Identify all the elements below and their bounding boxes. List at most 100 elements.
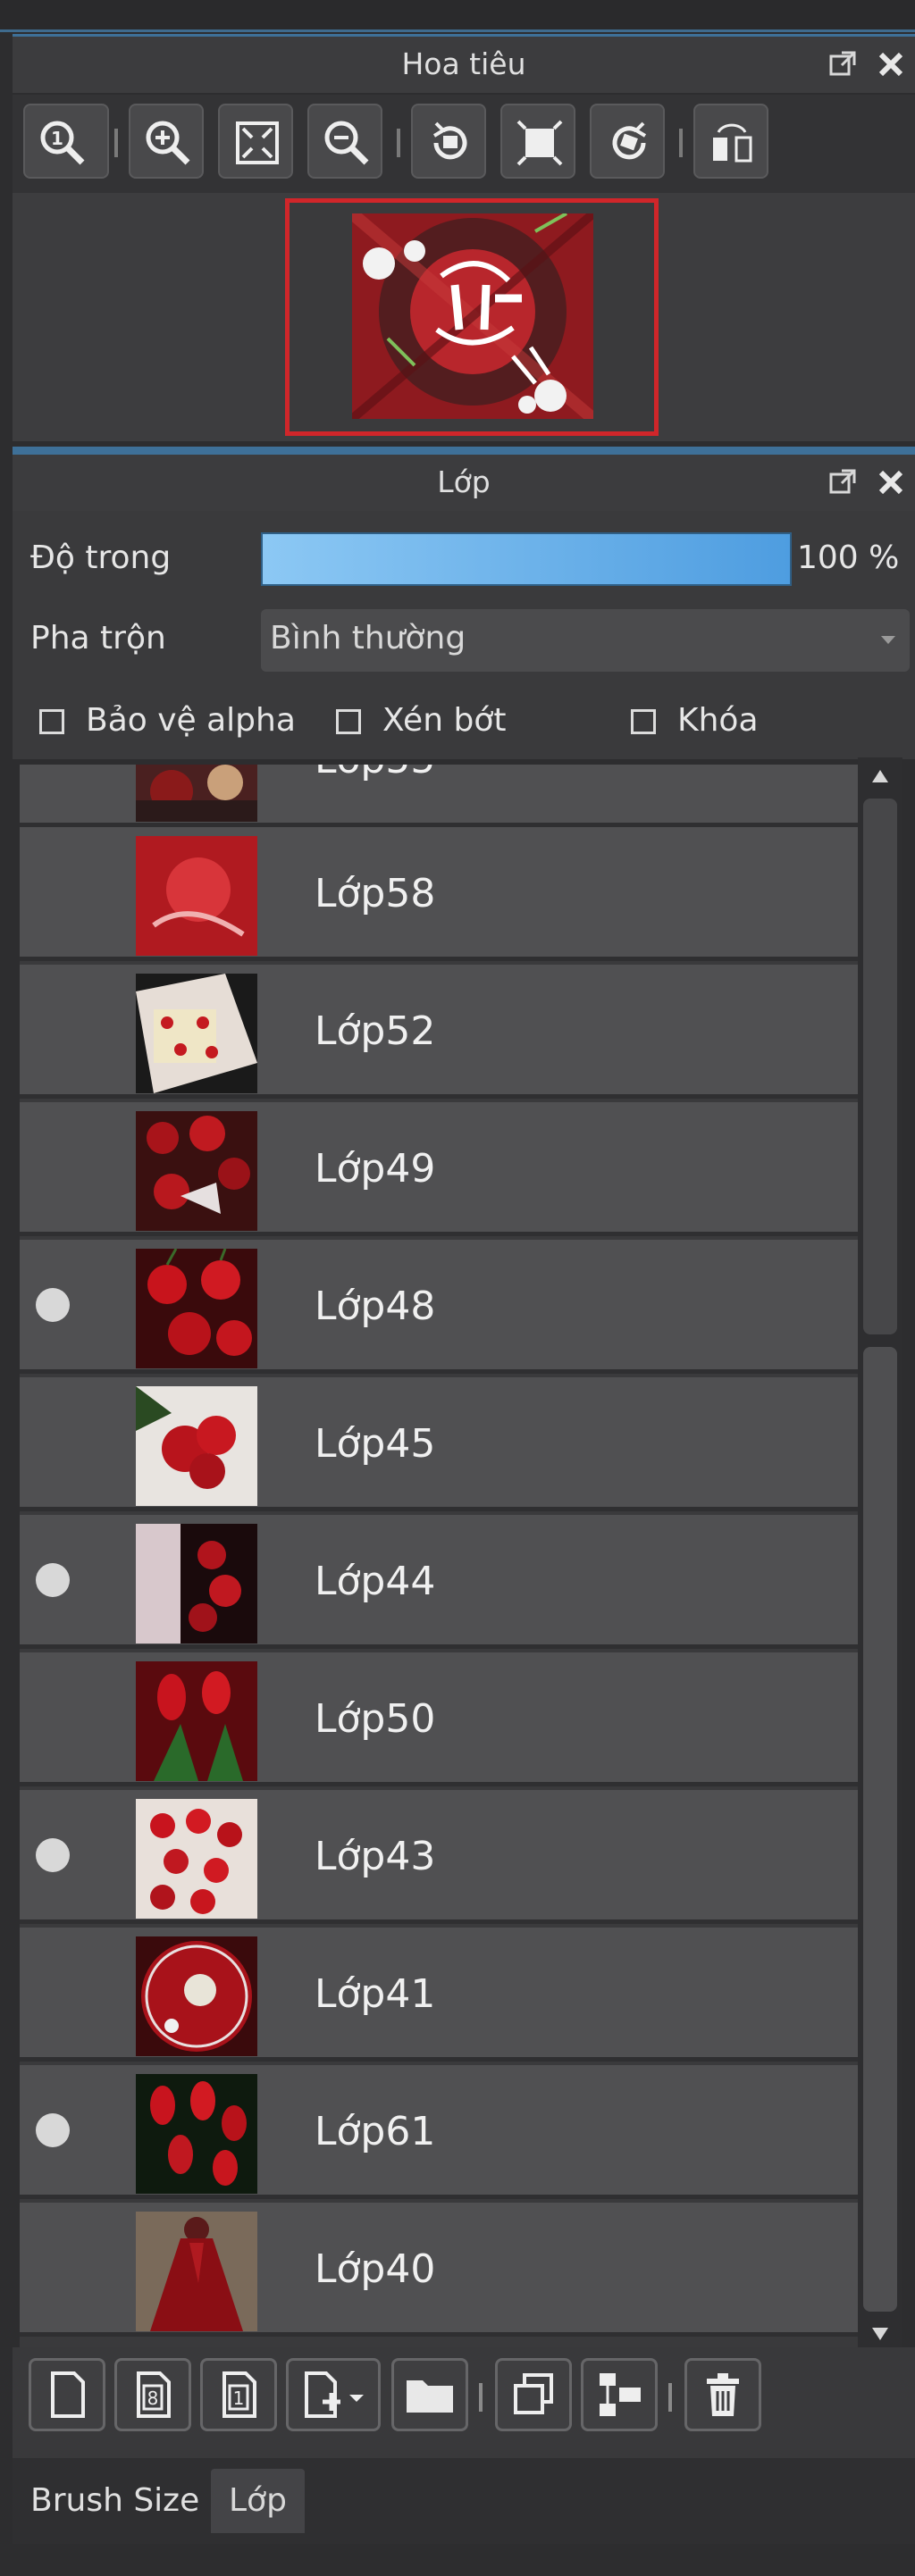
layers-header: Lớp [13, 452, 915, 511]
layer-row[interactable]: Lớp61 [20, 2065, 858, 2199]
scroll-down-icon[interactable] [870, 2326, 890, 2342]
reset-view-icon [516, 120, 563, 166]
layer-row[interactable]: Lớp44 [20, 1515, 858, 1649]
navigator-preview[interactable] [13, 193, 915, 441]
panel-tabs: Brush Size Lớp [13, 2458, 915, 2544]
zoom-out-icon [324, 121, 369, 165]
zoom-in-icon [146, 121, 190, 165]
new-layer-button[interactable] [29, 2358, 105, 2431]
layer-1bit-icon: 1 [222, 2371, 256, 2418]
svg-text:1: 1 [51, 128, 63, 149]
opacity-value: 100 % [797, 539, 900, 576]
navigator-header: Hoa tiêu [13, 34, 915, 93]
layer-row[interactable]: Lớp48 [20, 1240, 858, 1374]
close-icon[interactable] [876, 49, 906, 79]
clip-checkbox[interactable] [336, 709, 361, 734]
layer-name: Lớp43 [315, 1834, 436, 1879]
fit-screen-icon [236, 121, 279, 164]
tab-brush-size[interactable]: Brush Size [13, 2458, 218, 2544]
layer-row[interactable]: Lớp45 [20, 1377, 858, 1511]
layer-thumbnail [136, 1524, 257, 1643]
layer-thumbnail [136, 2212, 257, 2331]
layer-thumbnail [136, 836, 257, 956]
popout-icon[interactable] [827, 49, 858, 79]
zoom-in-button[interactable] [129, 104, 204, 179]
new-8bit-layer-button[interactable]: 8 [114, 2358, 191, 2431]
navigator-title: Hoa tiêu [401, 46, 526, 81]
popout-icon[interactable] [827, 467, 858, 498]
duplicate-icon [514, 2373, 553, 2414]
layer-name: Lớp48 [315, 1284, 436, 1329]
rotate-left-icon [432, 121, 467, 160]
new-1bit-layer-button[interactable]: 1 [200, 2358, 277, 2431]
zoom-out-button[interactable] [307, 104, 382, 179]
flip-horizontal-button[interactable] [693, 104, 768, 179]
layer-row[interactable]: Lớp43 [20, 1790, 858, 1924]
add-layer-dropdown-button[interactable] [286, 2358, 381, 2431]
visibility-dot-icon[interactable] [36, 2113, 70, 2147]
visibility-dot-icon[interactable] [36, 1288, 70, 1322]
lock-label: Khóa [677, 702, 759, 739]
close-icon[interactable] [876, 467, 906, 498]
scroll-up-icon[interactable] [870, 768, 890, 784]
merge-icon [600, 2373, 641, 2416]
delete-layer-button[interactable] [684, 2358, 761, 2431]
layer-thumbnail [136, 765, 257, 822]
layer-row[interactable]: Lớp40 [20, 2203, 858, 2337]
merge-down-button[interactable] [581, 2358, 658, 2431]
protect-alpha-checkbox[interactable] [39, 709, 64, 734]
layer-row[interactable]: Lớp50 [20, 1652, 858, 1786]
layer-thumbnail [136, 974, 257, 1093]
layer-name: Lớp52 [315, 1008, 436, 1054]
blend-mode-value: Bình thường [270, 620, 466, 657]
separator [114, 129, 118, 157]
layer-row[interactable]: Lớp49 [20, 1102, 858, 1236]
separator [397, 129, 400, 157]
layer-name: Lớp41 [315, 1971, 436, 2017]
rotate-right-icon [612, 121, 647, 160]
blend-mode-select[interactable]: Bình thường [261, 609, 910, 672]
layer-name: Lớp58 [315, 871, 436, 916]
layer-thumbnail [136, 1386, 257, 1506]
layers-title: Lớp [437, 464, 491, 499]
visibility-dot-icon[interactable] [36, 1563, 70, 1597]
scroll-thumb[interactable] [863, 1347, 897, 2312]
layer-thumbnail [136, 1249, 257, 1368]
zoom-actual-icon: 1 [40, 121, 85, 165]
zoom-actual-button[interactable]: 1 [23, 104, 109, 179]
layer-list: Lớp55 Lớp58 Lớp52 Lớp49 Lớp48 Lớp45 Lớp4… [20, 765, 858, 2347]
fit-screen-button[interactable] [218, 104, 293, 179]
visibility-dot-icon[interactable] [36, 1838, 70, 1872]
duplicate-layer-button[interactable] [495, 2358, 572, 2431]
rotate-right-button[interactable] [590, 104, 665, 179]
layer-thumbnail [136, 1111, 257, 1231]
layer-thumbnail [136, 1799, 257, 1919]
layer-list-scrollbar[interactable] [858, 757, 902, 2353]
layer-row[interactable]: Lớp58 [20, 827, 858, 961]
layer-thumbnail [136, 1936, 257, 2056]
clip-label: Xén bớt [382, 702, 507, 739]
tab-layer[interactable]: Lớp [211, 2469, 305, 2533]
layer-row[interactable]: Lớp41 [20, 1928, 858, 2062]
reset-view-button[interactable] [500, 104, 575, 179]
rotate-left-button[interactable] [411, 104, 486, 179]
separator [668, 2383, 672, 2412]
layer-name: Lớp49 [315, 1146, 436, 1192]
add-layer-icon [305, 2371, 364, 2418]
navigator-toolbar: 1 [13, 95, 915, 193]
folder-icon [407, 2380, 453, 2413]
layer-actions-toolbar: 8 1 [13, 2347, 915, 2458]
layer-row[interactable]: Lớp55 [20, 765, 858, 827]
lock-checkbox[interactable] [631, 709, 656, 734]
scroll-track [863, 799, 897, 1334]
chevron-down-icon [881, 636, 895, 644]
trash-icon [707, 2373, 739, 2416]
new-page-icon [51, 2371, 85, 2418]
layer-name: Lớp61 [315, 2109, 436, 2154]
layer-row[interactable]: Lớp52 [20, 965, 858, 1099]
layer-thumbnail [136, 1661, 257, 1781]
new-folder-button[interactable] [391, 2358, 468, 2431]
layer-name: Lớp44 [315, 1559, 436, 1604]
navigator-viewport-frame[interactable] [285, 198, 659, 436]
opacity-slider[interactable] [261, 532, 792, 586]
